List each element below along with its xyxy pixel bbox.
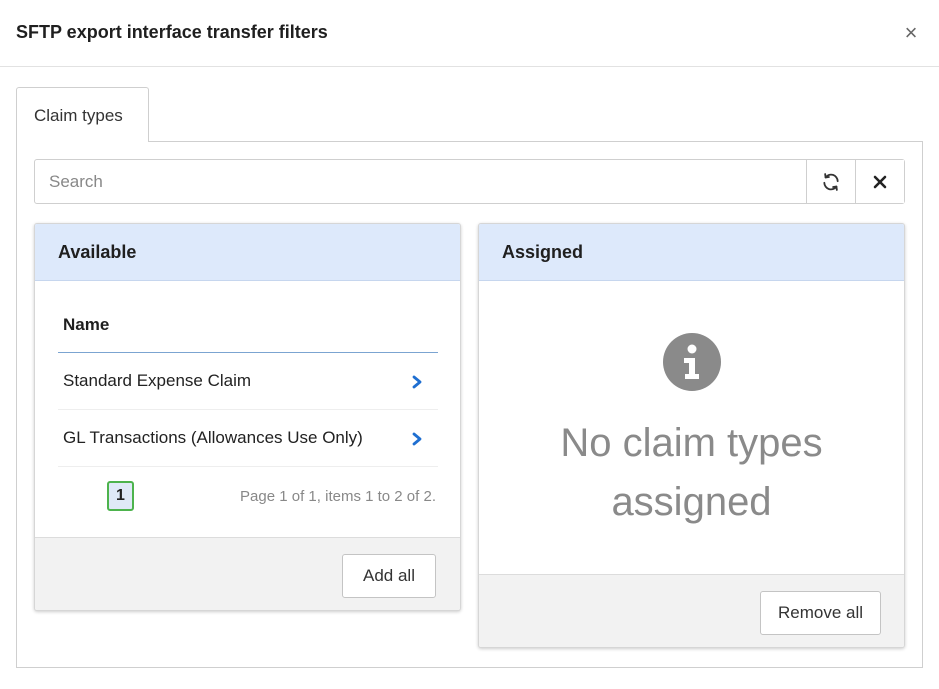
assigned-panel-title: Assigned: [502, 242, 584, 262]
name-column-header[interactable]: Name: [63, 315, 109, 335]
search-input[interactable]: [35, 160, 806, 203]
dialog-header: SFTP export interface transfer filters ×: [0, 0, 939, 67]
chevron-right-icon[interactable]: [411, 375, 423, 389]
refresh-button[interactable]: [806, 160, 855, 203]
page-1-button[interactable]: 1: [107, 481, 134, 511]
remove-all-button[interactable]: Remove all: [760, 591, 881, 635]
clear-icon: [873, 175, 887, 188]
list-item-name: Standard Expense Claim: [63, 371, 252, 390]
tab-label: Claim types: [34, 106, 123, 125]
search-group: [34, 159, 905, 204]
pagination-info: Page 1 of 1, items 1 to 2 of 2.: [240, 488, 436, 505]
empty-state-message: No claim types assigned: [560, 421, 823, 524]
assigned-panel-header: Assigned: [479, 224, 904, 281]
assigned-panel: Assigned No claim types assigned Remove …: [478, 223, 905, 648]
available-panel: Available Name Standard Expense Claim GL…: [34, 223, 461, 611]
list-item[interactable]: GL Transactions (Allowances Use Only): [58, 410, 438, 467]
close-icon[interactable]: ×: [901, 21, 921, 45]
available-panel-title: Available: [58, 242, 137, 262]
available-panel-footer: Add all: [35, 537, 460, 610]
info-icon: [663, 333, 721, 391]
chevron-right-icon[interactable]: [411, 432, 423, 446]
refresh-icon: [823, 172, 839, 191]
dialog-title: SFTP export interface transfer filters: [16, 22, 328, 42]
available-panel-header: Available: [35, 224, 460, 281]
add-all-button[interactable]: Add all: [342, 554, 436, 598]
list-item[interactable]: Standard Expense Claim: [58, 353, 438, 410]
clear-search-button[interactable]: [855, 160, 904, 203]
assigned-panel-footer: Remove all: [479, 574, 904, 647]
list-item-name: GL Transactions (Allowances Use Only): [63, 428, 363, 447]
tab-claim-types[interactable]: Claim types: [16, 87, 149, 142]
